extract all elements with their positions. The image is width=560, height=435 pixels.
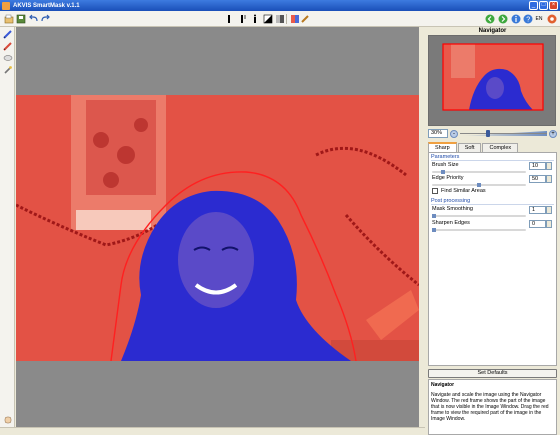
app-logo-icon [2, 1, 10, 10]
status-bar [0, 427, 425, 435]
undo-icon[interactable] [28, 13, 39, 24]
close-button[interactable]: × [549, 1, 558, 10]
mask-smoothing-label: Mask Smoothing [432, 206, 473, 212]
tab-complex[interactable]: Complex [482, 143, 519, 152]
eraser-icon[interactable] [249, 13, 260, 24]
edge-priority-slider-thumb[interactable] [477, 183, 482, 187]
edge-priority-spinner[interactable] [546, 175, 552, 183]
info-icon[interactable] [510, 13, 521, 24]
navigator-window[interactable] [428, 35, 556, 126]
title-bar: AKVIS SmartMask v.1.1 _ □ × [0, 0, 560, 11]
brush-size-slider-thumb[interactable] [441, 170, 446, 174]
zoom-slider[interactable] [460, 130, 547, 137]
zoom-in-icon[interactable]: + [549, 129, 557, 138]
sharpen-edges-slider-thumb[interactable] [432, 228, 436, 232]
zoom-value[interactable]: 30% [428, 129, 448, 138]
tab-soft[interactable]: Soft [457, 143, 482, 152]
sharpen-edges-slider[interactable] [432, 228, 526, 232]
blue-pencil-tool[interactable] [2, 28, 13, 39]
brush-size-field[interactable]: 10 [529, 162, 546, 170]
edge-priority-label: Edge Priority [432, 175, 464, 181]
toolbar: ? EN [0, 11, 560, 27]
tab-sharp[interactable]: Sharp [428, 142, 457, 152]
tool-panel [0, 27, 15, 427]
mask-smoothing-slider[interactable] [432, 214, 526, 218]
edge-priority-slider[interactable] [432, 183, 526, 187]
back-icon[interactable] [484, 13, 495, 24]
find-similar-label: Find Similar Areas [441, 188, 486, 194]
help-panel: Navigator Navigate and scale the image u… [428, 379, 557, 435]
find-similar-checkbox[interactable] [432, 188, 438, 194]
zoom-slider-thumb[interactable] [486, 130, 491, 137]
brush-size-spinner[interactable] [546, 162, 552, 170]
language-button[interactable]: EN [533, 13, 545, 24]
brush-icon[interactable] [236, 13, 247, 24]
settings-panel: Navigator 30% - + Sharp Soft Complex Par… [425, 27, 560, 435]
hand-icon[interactable] [2, 413, 13, 424]
language-label: EN [535, 15, 543, 22]
mode-tabs: Sharp Soft Complex [428, 142, 557, 152]
svg-text:?: ? [526, 16, 530, 23]
eraser-tool[interactable] [2, 52, 13, 63]
set-defaults-button[interactable]: Set Defaults [428, 369, 557, 378]
save-icon[interactable] [15, 13, 26, 24]
brush-size-slider[interactable] [432, 170, 526, 174]
forward-icon[interactable] [497, 13, 508, 24]
zoom-controls: 30% - + [428, 128, 557, 139]
magic-brush-icon[interactable] [274, 13, 285, 24]
mask-smoothing-field[interactable]: 1 [529, 206, 546, 214]
image-window[interactable] [16, 27, 419, 427]
open-icon[interactable] [3, 13, 14, 24]
navigator-thumbnail[interactable] [429, 36, 556, 126]
cursor-icon[interactable] [223, 13, 234, 24]
navigator-title: Navigator [478, 28, 507, 34]
mask-smoothing-slider-thumb[interactable] [432, 214, 436, 218]
photo-with-mask[interactable] [16, 95, 419, 361]
mask-smoothing-spinner[interactable] [546, 206, 552, 214]
brush-size-label: Brush Size [432, 162, 459, 168]
window-title: AKVIS SmartMask v.1.1 [13, 2, 80, 9]
pencil-icon[interactable] [299, 13, 310, 24]
redo-icon[interactable] [39, 13, 50, 24]
sharp-tab-content: Parameters Brush Size 10 Edge Priority 5… [428, 152, 557, 366]
help-text: Navigate and scale the image using the N… [431, 392, 549, 422]
zoom-out-icon[interactable]: - [450, 129, 458, 138]
sharpen-edges-spinner[interactable] [546, 220, 552, 228]
maximize-button[interactable]: □ [539, 1, 548, 10]
edge-priority-field[interactable]: 50 [529, 175, 546, 183]
sharpen-edges-field[interactable]: 0 [529, 220, 546, 228]
help-icon[interactable]: ? [522, 13, 533, 24]
settings-icon[interactable] [546, 13, 557, 24]
minimize-button[interactable]: _ [529, 1, 538, 10]
magic-tube-tool[interactable] [2, 64, 13, 75]
sharpen-edges-label: Sharpen Edges [432, 220, 470, 226]
help-title: Navigator [431, 382, 455, 388]
pipette-icon[interactable] [262, 13, 273, 24]
red-pencil-tool[interactable] [2, 40, 13, 51]
